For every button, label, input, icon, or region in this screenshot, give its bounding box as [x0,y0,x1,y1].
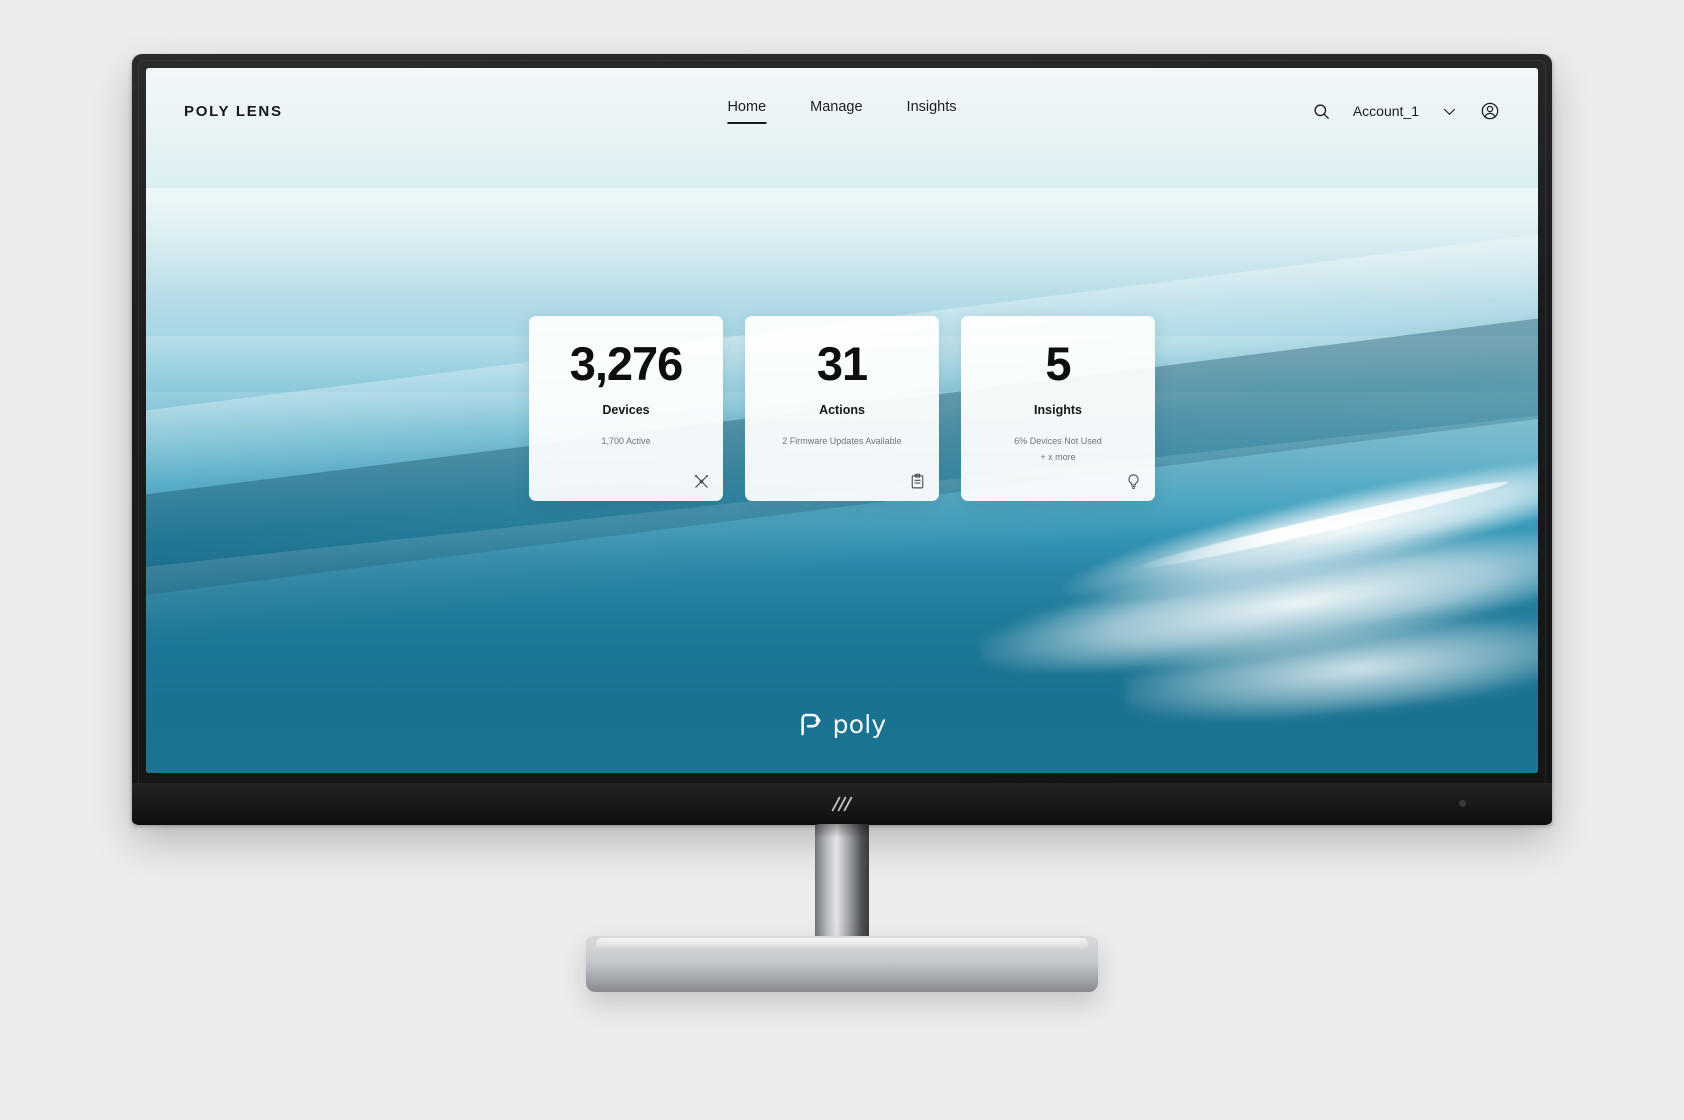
account-avatar-icon[interactable] [1480,101,1500,121]
stat-subtext-line: + x more [1040,451,1076,462]
stat-label: Devices [602,403,650,417]
stat-label: Insights [1034,403,1082,417]
stat-label: Actions [819,403,865,417]
stat-card-actions[interactable]: 31 Actions 2 Firmware Updates Available [745,316,939,501]
monitor-stand-base [586,936,1098,992]
nav-item-insights[interactable]: Insights [907,99,957,124]
wave-lip [1128,475,1510,577]
stat-subtext-line: 6% Devices Not Used [1014,436,1102,446]
header-right-controls: Account_1 [1312,101,1500,121]
stat-subtext: 6% Devices Not Used + x more [1014,434,1102,466]
brand-logo: POLY LENS [184,102,283,120]
poly-wordmark: poly [832,710,887,739]
hp-logo [825,793,859,815]
lightbulb-icon [1125,473,1142,490]
monitor-assembly: POLY LENS Home Manage Insights Account_1 [0,0,1684,1120]
horizon-haze [146,187,1538,301]
poly-watermark: poly [798,710,887,739]
stat-cards-row: 3,276 Devices 1,700 Active 31 Actions 2 … [529,316,1155,501]
stat-card-devices[interactable]: 3,276 Devices 1,700 Active [529,316,723,501]
clipboard-icon [909,473,926,490]
monitor-bezel: POLY LENS Home Manage Insights Account_1 [132,54,1552,824]
primary-nav: Home Manage Insights [727,99,957,124]
chevron-down-icon[interactable] [1441,103,1458,120]
stat-value: 5 [1045,337,1071,390]
nav-item-home[interactable]: Home [727,99,766,124]
poly-mark-icon [798,712,824,738]
monitor-chin [132,783,1552,825]
breaking-wave-foam [898,451,1538,745]
stat-subtext: 1,700 Active [601,436,651,446]
power-indicator-led [1459,800,1466,807]
account-name[interactable]: Account_1 [1353,103,1419,119]
stat-value: 31 [816,337,868,390]
monitor-screen: POLY LENS Home Manage Insights Account_1 [146,68,1538,773]
search-icon[interactable] [1312,102,1331,121]
devices-network-icon [693,473,710,490]
stat-subtext: 2 Firmware Updates Available [782,436,902,446]
foam-highlight [1121,602,1538,736]
foam-highlight [973,513,1538,700]
app-header: POLY LENS Home Manage Insights Account_1 [146,68,1538,154]
stat-value: 3,276 [569,337,684,390]
nav-item-manage[interactable]: Manage [810,99,862,124]
stat-card-insights[interactable]: 5 Insights 6% Devices Not Used + x more [961,316,1155,501]
